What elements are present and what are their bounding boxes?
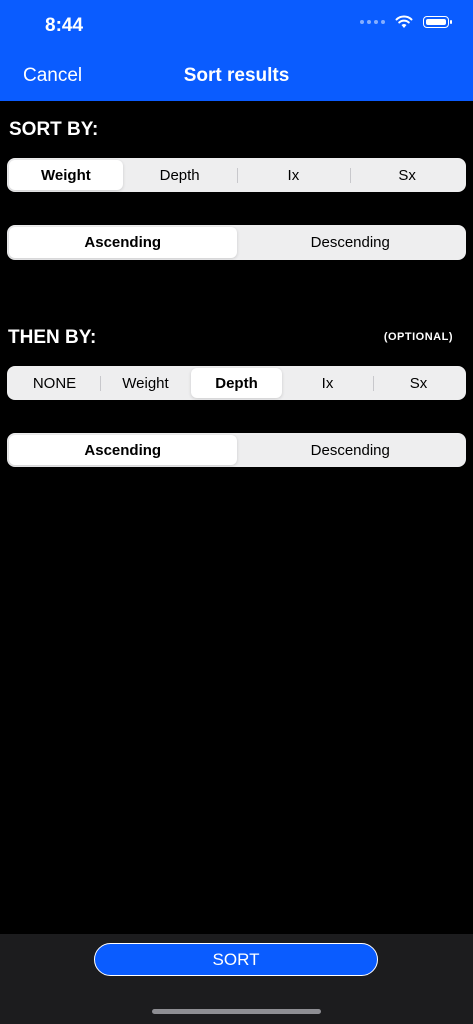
then-by-segment-depth[interactable]: Depth (191, 368, 282, 398)
nav-header: 8:44 Cancel Sort results (0, 0, 473, 101)
optional-label: (OPTIONAL) (383, 331, 453, 343)
then-by-segment-none[interactable]: NONE (9, 368, 100, 398)
wifi-icon (395, 15, 413, 28)
sort-by-segment-weight[interactable]: Weight (9, 160, 123, 190)
battery-icon (423, 16, 452, 28)
then-by-segment-sx[interactable]: Sx (373, 368, 464, 398)
sort-by-order-control: Ascending Descending (7, 225, 466, 260)
home-indicator (152, 1009, 321, 1014)
sort-by-order-ascending[interactable]: Ascending (9, 227, 237, 258)
cancel-button[interactable]: Cancel (23, 65, 82, 87)
sort-by-field-control: Weight Depth Ix Sx (7, 158, 466, 192)
sort-by-order-descending[interactable]: Descending (237, 227, 465, 258)
sort-button[interactable]: SORT (94, 943, 378, 976)
then-by-field-control: NONE Weight Depth Ix Sx (7, 366, 466, 400)
then-by-order-control: Ascending Descending (7, 433, 466, 467)
then-by-segment-weight[interactable]: Weight (100, 368, 191, 398)
then-by-segment-ix[interactable]: Ix (282, 368, 373, 398)
sort-by-label: SORT BY: (9, 119, 99, 140)
sort-by-segment-sx[interactable]: Sx (350, 160, 464, 190)
sort-by-segment-depth[interactable]: Depth (123, 160, 237, 190)
then-by-order-ascending[interactable]: Ascending (9, 435, 237, 465)
then-by-label: THEN BY: (8, 327, 97, 348)
signal-icon (360, 20, 385, 24)
status-icons (360, 15, 452, 29)
sort-by-segment-ix[interactable]: Ix (236, 160, 351, 190)
status-time: 8:44 (45, 15, 84, 36)
then-by-order-descending[interactable]: Descending (237, 435, 465, 465)
